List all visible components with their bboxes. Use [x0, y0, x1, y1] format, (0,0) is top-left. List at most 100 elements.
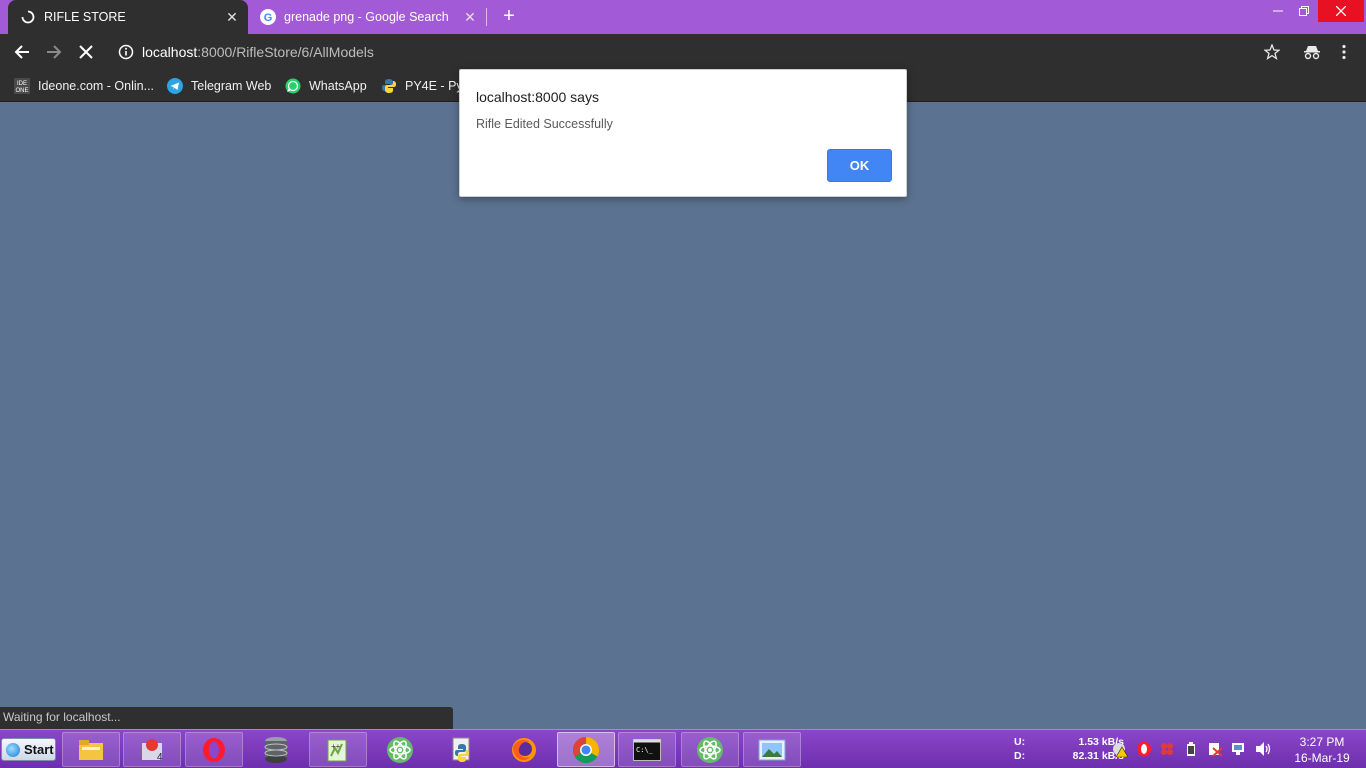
svg-text:IDE: IDE: [17, 81, 27, 87]
back-arrow-icon: [14, 45, 29, 59]
tab-title: grenade png - Google Search: [284, 10, 449, 24]
taskbar-app-notepad-plus-plus[interactable]: ++: [309, 732, 367, 767]
more-vertical-icon: [1342, 44, 1346, 60]
incognito-icon: [1304, 46, 1320, 60]
download-speed: 82.31 kB/s: [1072, 750, 1124, 762]
taskbar-app-player[interactable]: 4: [123, 732, 181, 767]
star-icon: [1264, 44, 1280, 60]
file-explorer-icon: [79, 739, 103, 760]
tab-title: RIFLE STORE: [44, 10, 126, 24]
bookmark-telegram[interactable]: Telegram Web: [167, 76, 271, 96]
notepad-plus-plus-icon: ++: [327, 739, 347, 761]
taskbar-app-python-file[interactable]: [433, 732, 491, 767]
dialog-message: Rifle Edited Successfully: [476, 117, 613, 131]
dialog-title: localhost:8000 says: [476, 89, 599, 105]
restore-button[interactable]: [1290, 0, 1318, 22]
minimize-button[interactable]: [1264, 0, 1292, 22]
ideone-icon: IDE ONE: [14, 78, 30, 94]
bookmark-label: WhatsApp: [309, 79, 367, 93]
url-text[interactable]: localhost:8000/RifleStore/6/AllModels: [142, 44, 374, 60]
download-label: D:: [1014, 750, 1026, 762]
python-file-icon: [452, 737, 470, 762]
atom-icon: [697, 736, 723, 763]
taskbar: Start 4 ++ C:\_ U: 1.53 kB/s D: 82.31 kB…: [0, 729, 1366, 768]
close-icon[interactable]: ✕: [222, 7, 242, 27]
url-host: localhost: [142, 44, 198, 60]
svg-text:C:\_: C:\_: [636, 746, 654, 754]
svg-text:ONE: ONE: [15, 88, 28, 94]
google-icon: G: [260, 9, 276, 25]
volume-icon[interactable]: [1255, 741, 1271, 757]
taskbar-app-chrome[interactable]: [557, 732, 615, 767]
player-icon: 4: [142, 738, 163, 763]
database-icon: [264, 736, 288, 763]
ok-button[interactable]: OK: [827, 149, 892, 182]
windows-logo-icon: [6, 742, 20, 757]
opera-icon: [203, 737, 225, 762]
tray-warning-icon[interactable]: [1112, 741, 1128, 757]
start-label: Start: [24, 742, 54, 757]
tab-rifle-store[interactable]: RIFLE STORE ✕: [8, 0, 248, 34]
info-icon[interactable]: [118, 44, 134, 60]
restore-icon: [1299, 6, 1309, 16]
clock-date: 16-Mar-19: [1294, 751, 1350, 765]
close-icon[interactable]: ✕: [460, 7, 480, 27]
clock-time: 3:27 PM: [1299, 735, 1345, 749]
telegram-icon: [167, 78, 183, 94]
new-tab-button[interactable]: +: [498, 5, 520, 27]
photos-icon: [758, 739, 786, 760]
start-button[interactable]: Start: [1, 738, 56, 761]
status-bubble: Waiting for localhost...: [0, 707, 453, 729]
bookmark-py4e[interactable]: PY4E - Pyt: [381, 76, 459, 96]
loading-spinner-icon: [20, 9, 36, 25]
taskbar-app-command-prompt[interactable]: C:\_: [618, 732, 676, 767]
tray-device-icon[interactable]: [1183, 741, 1199, 757]
taskbar-app-opera[interactable]: [185, 732, 243, 767]
incognito-button[interactable]: [1299, 39, 1325, 65]
system-clock[interactable]: 3:27 PM 16-Mar-19: [1284, 734, 1360, 766]
back-button[interactable]: [9, 39, 35, 65]
upload-speed: 1.53 kB/s: [1078, 736, 1124, 748]
minimize-icon: [1273, 10, 1283, 12]
bookmark-label: PY4E - Pyt: [405, 79, 459, 93]
bookmark-label: Telegram Web: [191, 79, 272, 93]
stop-loading-button[interactable]: [73, 39, 99, 65]
forward-arrow-icon: [47, 45, 62, 59]
upload-label: U:: [1014, 736, 1026, 748]
tray-network-icon[interactable]: [1231, 741, 1247, 757]
whatsapp-icon: [285, 78, 301, 94]
alert-dialog: localhost:8000 says Rifle Edited Success…: [459, 69, 907, 197]
tab-google-search[interactable]: G grenade png - Google Search ✕: [248, 0, 486, 34]
taskbar-app-atom[interactable]: [371, 732, 429, 767]
taskbar-app-firefox[interactable]: [495, 732, 553, 767]
stop-icon: [79, 45, 93, 59]
bookmark-label: Ideone.com - Onlin...: [38, 79, 155, 93]
taskbar-app-database[interactable]: [247, 732, 305, 767]
svg-text:4: 4: [157, 752, 163, 763]
window-close-button[interactable]: [1318, 0, 1364, 22]
browser-toolbar: localhost:8000/RifleStore/6/AllModels: [0, 34, 1366, 70]
chrome-icon: [572, 736, 600, 763]
atom-icon: [387, 736, 413, 763]
tray-opera-icon[interactable]: [1136, 741, 1152, 757]
bookmark-ideone[interactable]: IDE ONE Ideone.com - Onlin...: [14, 76, 154, 96]
taskbar-app-file-explorer[interactable]: [62, 732, 120, 767]
close-icon: [1336, 6, 1346, 16]
url-path: :8000/RifleStore/6/AllModels: [197, 44, 374, 60]
python-icon: [381, 78, 397, 94]
firefox-icon: [512, 737, 536, 762]
menu-button[interactable]: [1331, 39, 1357, 65]
forward-button[interactable]: [41, 39, 67, 65]
bookmark-star-button[interactable]: [1259, 39, 1285, 65]
taskbar-app-atom-2[interactable]: [681, 732, 739, 767]
address-bar[interactable]: localhost:8000/RifleStore/6/AllModels: [110, 36, 1290, 68]
taskbar-app-photos[interactable]: [743, 732, 801, 767]
svg-text:++: ++: [331, 742, 341, 751]
command-prompt-icon: C:\_: [633, 738, 661, 761]
tab-strip: RIFLE STORE ✕ G grenade png - Google Sea…: [0, 0, 1366, 34]
tray-network-error-icon[interactable]: [1207, 741, 1223, 757]
bookmark-whatsapp[interactable]: WhatsApp: [285, 76, 367, 96]
svg-text:G: G: [264, 12, 273, 24]
tray-antivirus-icon[interactable]: [1159, 741, 1175, 757]
tab-divider: [486, 8, 487, 26]
